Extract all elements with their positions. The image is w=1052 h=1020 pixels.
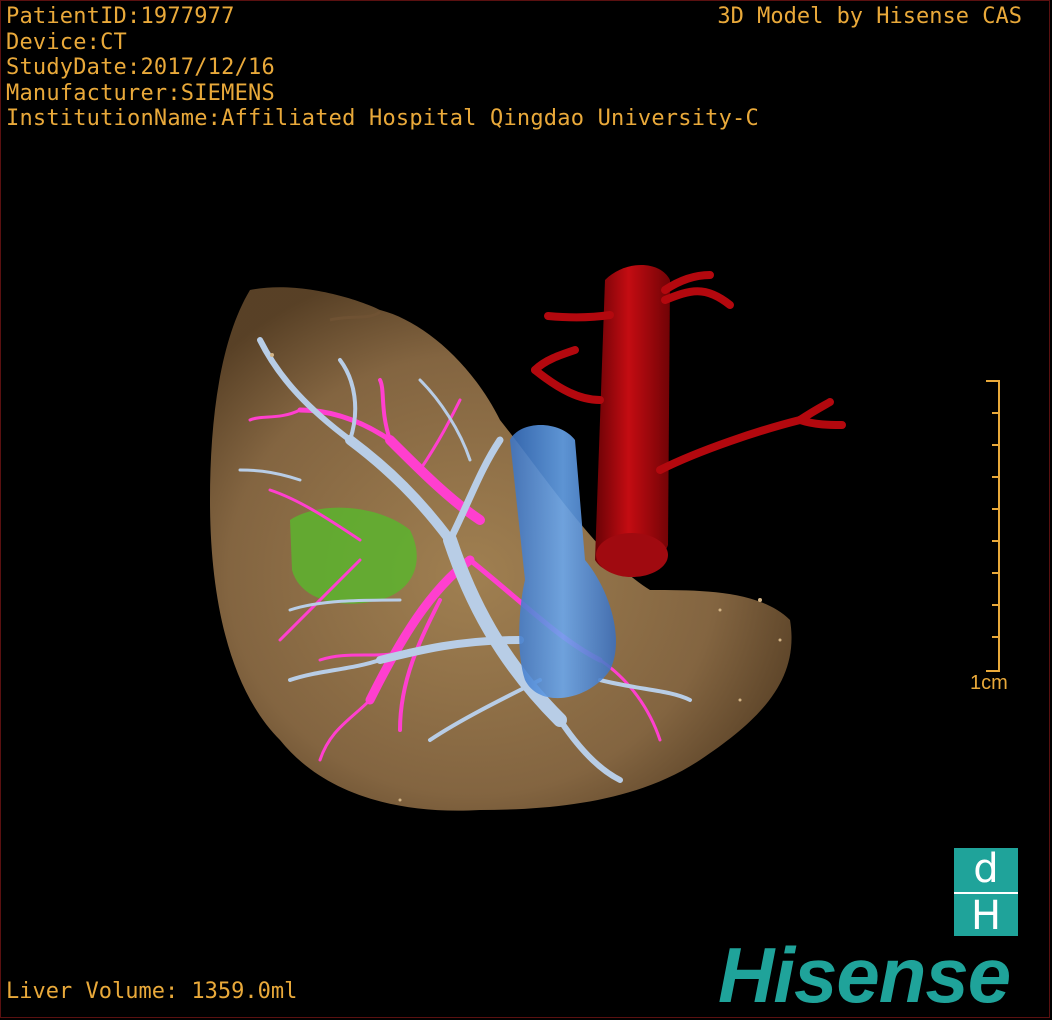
study-date: StudyDate:2017/12/16: [6, 55, 275, 80]
liver-3d-model-icon[interactable]: [0, 0, 1052, 1020]
hisense-wordmark: Hisense: [718, 931, 1011, 1019]
dicom-info: PatientID:1977977 Device:CT StudyDate:20…: [6, 4, 759, 132]
patient-id: PatientID:1977977: [6, 4, 235, 29]
logo-mark-bottom: H: [954, 892, 1018, 938]
institution-name: InstitutionName:Affiliated Hospital Qing…: [6, 106, 759, 131]
model-credit: 3D Model by Hisense CAS: [717, 4, 1022, 29]
scale-label: 1cm: [970, 672, 1008, 694]
liver-volume: Liver Volume: 1359.0ml: [6, 979, 298, 1004]
device: Device:CT: [6, 29, 128, 55]
logo-mark-top: d: [973, 846, 999, 892]
3d-viewport[interactable]: [0, 0, 1052, 1020]
tumor-lesion: [290, 507, 417, 604]
hisense-logo-icon: d H: [954, 846, 1018, 938]
scale-bar: [986, 380, 1000, 672]
manufacturer: Manufacturer:SIEMENS: [6, 80, 275, 106]
